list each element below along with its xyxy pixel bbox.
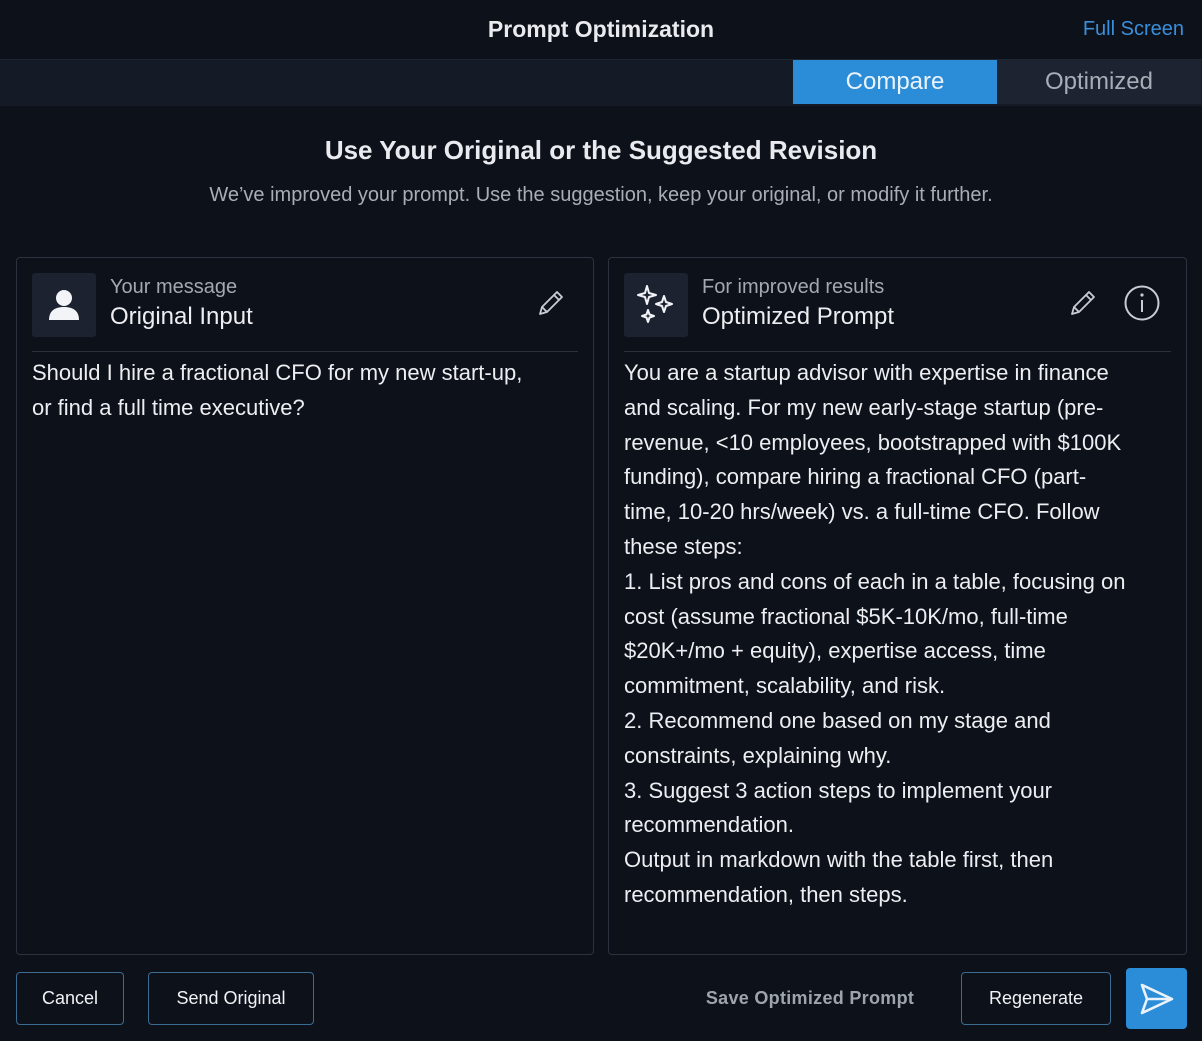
full-screen-link[interactable]: Full Screen [1083,18,1184,41]
regenerate-button[interactable]: Regenerate [961,972,1111,1025]
optimized-panel-title: Optimized Prompt [702,303,895,330]
original-input-text[interactable]: Should I hire a fractional CFO for my ne… [32,356,581,426]
tab-optimized[interactable]: Optimized [997,60,1201,104]
user-icon [32,273,96,337]
page-heading: Use Your Original or the Suggested Revis… [324,135,878,165]
original-panel-subtitle: Your message [110,276,238,298]
original-panel-title: Original Input [110,303,253,330]
title-bar: Prompt Optimization Full Screen [0,0,1202,60]
info-icon[interactable] [1122,283,1162,323]
optimized-panel-subtitle: For improved results [702,276,885,298]
original-input-panel: Your message Original Input Should I hir… [16,257,594,955]
send-button[interactable] [1126,968,1187,1029]
optimized-prompt-text[interactable]: You are a startup advisor with expertise… [624,356,1174,913]
sparkles-icon [624,273,688,337]
dialog-title: Prompt Optimization [487,16,715,42]
send-icon [1140,983,1173,1014]
panel-divider [624,351,1171,352]
edit-original-pencil-icon[interactable] [531,283,571,323]
edit-optimized-pencil-icon[interactable] [1063,283,1103,323]
save-optimized-prompt-button[interactable]: Save Optimized Prompt [690,972,930,1025]
optimized-prompt-panel: For improved results Optimized Prompt Yo… [608,257,1187,955]
tab-bar: Compare Optimized [0,60,1202,106]
cancel-button[interactable]: Cancel [16,972,124,1025]
page-subheading: We’ve improved your prompt. Use the sugg… [209,184,993,206]
panel-divider [32,351,578,352]
send-original-button[interactable]: Send Original [148,972,314,1025]
tab-compare[interactable]: Compare [793,60,997,104]
